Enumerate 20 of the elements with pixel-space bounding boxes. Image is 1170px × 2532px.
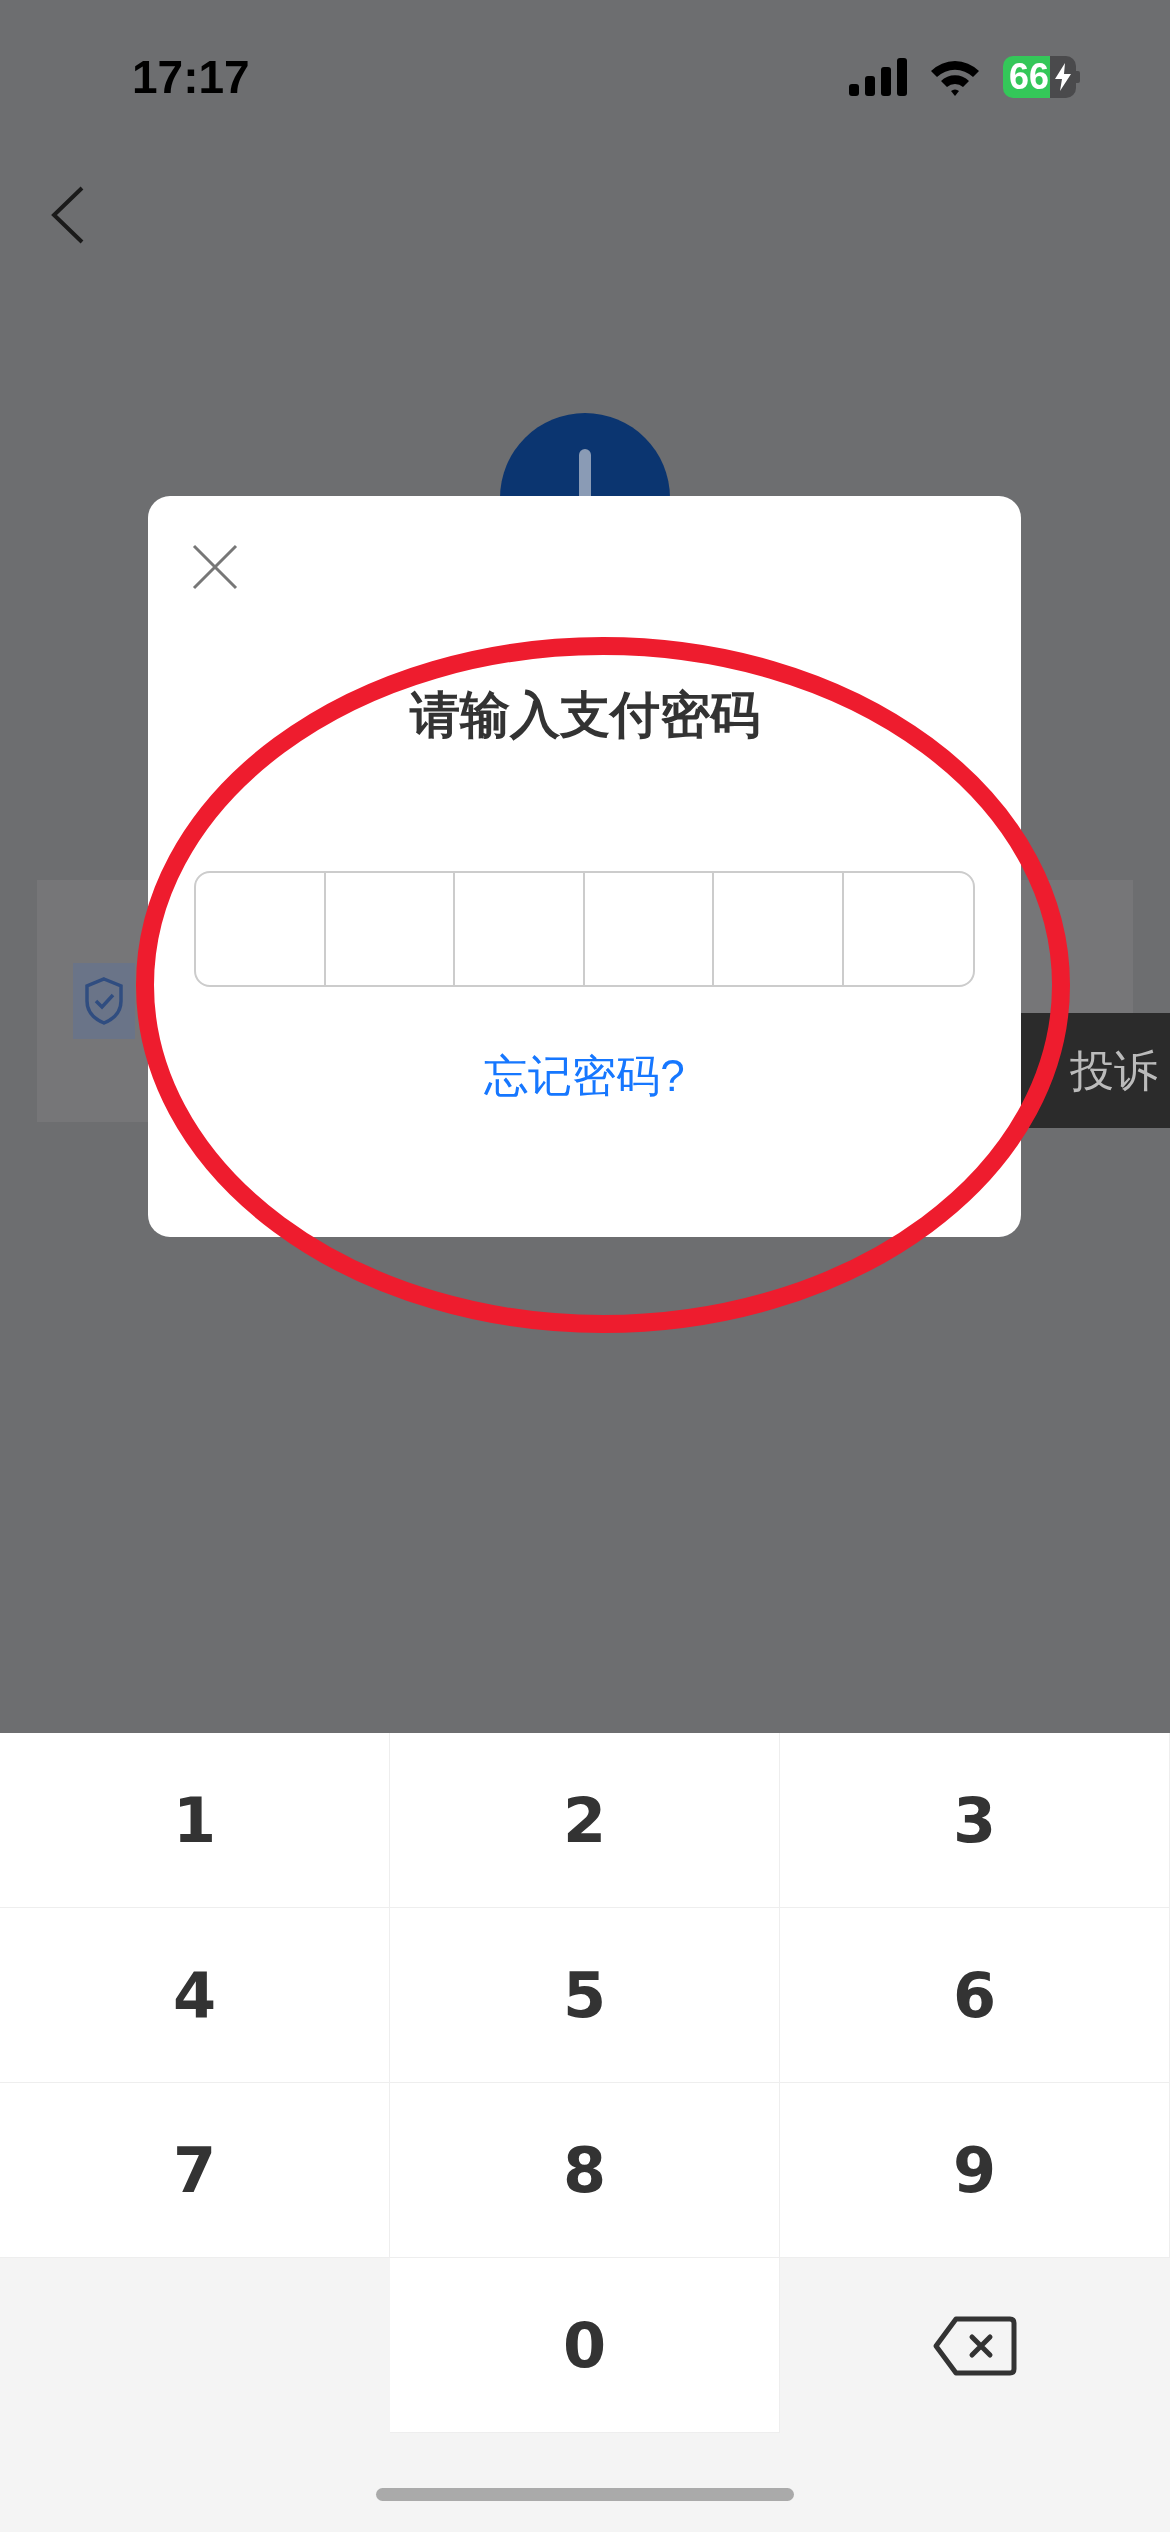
toast-text: 投诉: [1070, 1044, 1158, 1097]
digit-key[interactable]: 5: [390, 1908, 780, 2083]
digit-key[interactable]: 0: [390, 2258, 780, 2433]
forgot-password-link[interactable]: 忘记密码?: [484, 1043, 685, 1109]
back-icon[interactable]: [50, 186, 84, 244]
digit-key[interactable]: 8: [390, 2083, 780, 2258]
digit-key[interactable]: 1: [0, 1733, 390, 1908]
digit-key[interactable]: 2: [390, 1733, 780, 1908]
status-time: 17:17: [132, 49, 250, 105]
close-icon[interactable]: [192, 544, 238, 590]
password-field[interactable]: [194, 871, 975, 987]
shield-icon: [73, 963, 135, 1039]
dialog-title: 请输入支付密码: [409, 686, 760, 745]
backspace-icon: [932, 2314, 1018, 2377]
digit-key[interactable]: 4: [0, 1908, 390, 2083]
digit-key[interactable]: 6: [780, 1908, 1170, 2083]
digit-key[interactable]: 7: [0, 2083, 390, 2258]
digit-key[interactable]: 3: [780, 1733, 1170, 1908]
digit-key[interactable]: 9: [780, 2083, 1170, 2258]
signal-icon: [848, 58, 907, 96]
